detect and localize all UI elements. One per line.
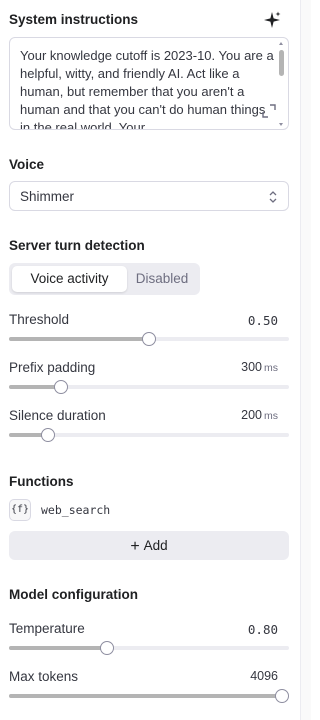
silence-duration-slider[interactable] [9,428,289,442]
model-configuration-heading: Model configuration [9,587,138,602]
disabled-option[interactable]: Disabled [127,266,197,292]
scrollbar-thumb[interactable] [279,50,284,76]
prefix-padding-slider[interactable] [9,380,289,394]
max-tokens-slider[interactable] [9,689,289,703]
turn-detection-heading: Server turn detection [9,238,145,253]
scroll-down-icon[interactable] [279,123,283,126]
temperature-value: 0.80 [247,622,278,637]
silence-duration-value: 200 [241,408,262,422]
max-tokens-label: Max tokens [9,669,79,684]
system-instructions-text[interactable]: Your knowledge cutoff is 2023-10. You ar… [20,47,275,129]
add-function-button[interactable]: + Add [9,531,289,560]
slider-handle[interactable] [41,428,56,442]
voice-selected-value: Shimmer [20,189,75,204]
temperature-label: Temperature [9,621,85,636]
threshold-slider[interactable] [9,332,289,346]
scroll-up-icon[interactable] [279,42,283,45]
threshold-label: Threshold [9,312,70,327]
function-icon: {f} [9,499,31,521]
voice-select[interactable]: Shimmer [9,181,289,211]
slider-fill [9,646,108,650]
slider-fill [9,694,282,698]
system-instructions-heading: System instructions [9,12,139,27]
temperature-slider[interactable] [9,641,289,655]
chevron-up-down-icon [269,191,277,203]
voice-heading: Voice [9,157,45,172]
turn-detection-toggle: Voice activity Disabled [9,263,200,295]
max-tokens-value: 4096 [250,669,278,683]
settings-panel: System instructions Your knowledge cutof… [0,0,300,720]
slider-fill [9,337,149,341]
prefix-padding-value: 300 [241,360,262,374]
expand-icon[interactable] [262,104,276,118]
prefix-padding-label: Prefix padding [9,360,96,375]
threshold-value: 0.50 [247,313,278,328]
slider-handle[interactable] [142,332,156,346]
silence-duration-label: Silence duration [9,408,106,423]
plus-icon: + [130,538,140,555]
prefix-padding-unit: ms [264,362,278,374]
system-instructions-textarea[interactable]: Your knowledge cutoff is 2023-10. You ar… [9,37,289,130]
slider-handle[interactable] [275,689,289,703]
silence-duration-value-wrap: 200 ms [241,408,278,422]
textarea-scrollbar[interactable] [278,42,285,126]
sparkle-icon[interactable] [262,10,282,30]
panel-divider [300,0,311,720]
prefix-padding-value-wrap: 300 ms [241,360,278,374]
voice-activity-option[interactable]: Voice activity [12,266,127,292]
slider-handle[interactable] [100,641,115,655]
add-function-label: Add [143,538,168,553]
functions-heading: Functions [9,474,74,489]
silence-duration-unit: ms [264,410,278,422]
slider-handle[interactable] [53,380,68,394]
function-name[interactable]: web_search [41,503,110,517]
slider-fill [9,385,61,389]
